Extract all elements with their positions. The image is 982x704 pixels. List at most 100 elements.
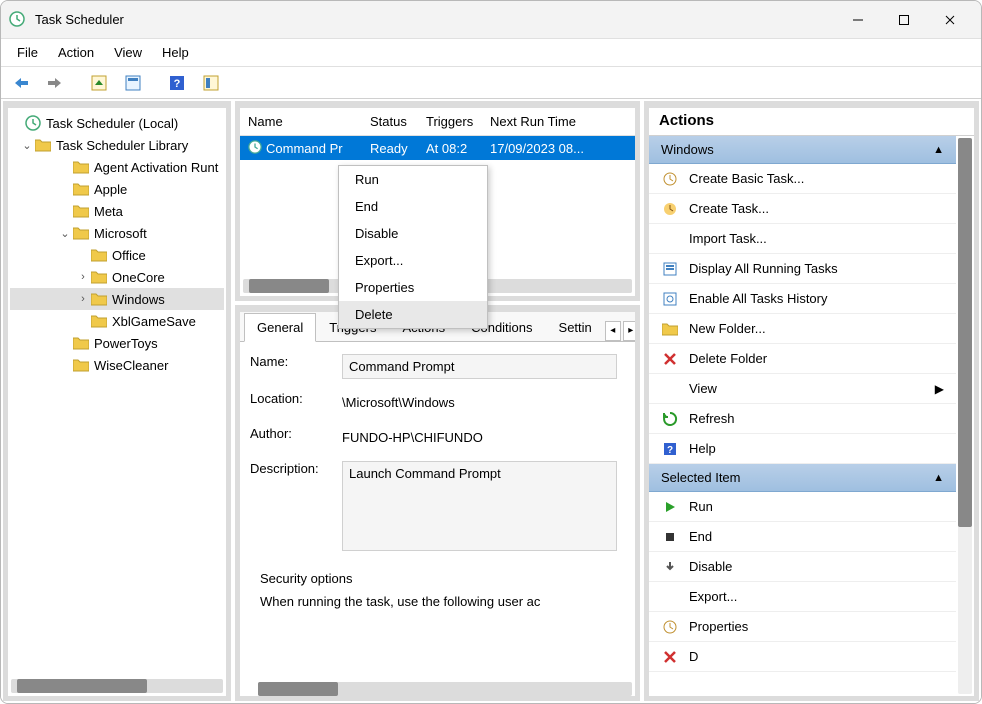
tree-item[interactable]: Meta [10,200,224,222]
action-item[interactable]: Create Task... [649,194,956,224]
menu-action[interactable]: Action [48,41,104,64]
action-group-head[interactable]: Windows▲ [649,136,956,164]
menu-file[interactable]: File [7,41,48,64]
tree-item[interactable]: XblGameSave [10,310,224,332]
context-properties[interactable]: Properties [339,274,487,301]
up-button[interactable] [85,71,113,95]
action-label: Create Task... [689,201,769,216]
col-next[interactable]: Next Run Time [482,114,635,129]
forward-button[interactable] [41,71,69,95]
action-item[interactable]: Export... [649,582,956,612]
tree-item[interactable]: ›OneCore [10,266,224,288]
folder-icon [90,291,108,307]
action-item[interactable]: ?Help [649,434,956,464]
action-item[interactable]: End [649,522,956,552]
tree-item[interactable]: ›Windows [10,288,224,310]
actions-pane-button[interactable] [197,71,225,95]
context-disable[interactable]: Disable [339,220,487,247]
name-field[interactable]: Command Prompt [342,354,617,379]
toolbar: ? [1,67,981,99]
tree-item[interactable]: ⌄Microsoft [10,222,224,244]
action-label: Display All Running Tasks [689,261,838,276]
folder-icon [34,137,52,153]
tree-item[interactable]: WiseCleaner [10,354,224,376]
action-icon [661,380,679,398]
description-field[interactable]: Launch Command Prompt [342,461,617,551]
actions-title: Actions [649,108,974,136]
details-scrollbar[interactable] [258,682,632,696]
close-button[interactable] [927,2,973,38]
action-label: Enable All Tasks History [689,291,828,306]
titlebar: Task Scheduler [1,1,981,39]
help-button[interactable]: ? [163,71,191,95]
context-run[interactable]: Run [339,166,487,193]
action-icon: ? [661,440,679,458]
actions-scrollbar[interactable] [958,138,972,694]
task-list-header: Name Status Triggers Next Run Time [240,108,635,136]
folder-icon [90,313,108,329]
action-item[interactable]: D [649,642,956,672]
actions-pane: Actions Windows▲Create Basic Task... Crea… [644,101,979,701]
tree-label: Office [112,248,146,263]
name-label: Name: [250,354,342,369]
action-icon [661,528,679,546]
context-delete[interactable]: Delete [339,301,487,328]
description-label: Description: [250,461,342,476]
action-item[interactable]: Create Basic Task... [649,164,956,194]
context-end[interactable]: End [339,193,487,220]
properties-button[interactable] [119,71,147,95]
tab-scroll-right[interactable]: ▸ [623,321,639,341]
action-icon [661,410,679,428]
action-item[interactable]: Import Task... [649,224,956,254]
col-name[interactable]: Name [240,114,362,129]
action-icon [661,350,679,368]
menu-view[interactable]: View [104,41,152,64]
author-label: Author: [250,426,342,441]
action-item[interactable]: Run [649,492,956,522]
action-label: End [689,529,712,544]
action-group-head[interactable]: Selected Item▲ [649,464,956,492]
action-item[interactable]: Display All Running Tasks [649,254,956,284]
tab-settings[interactable]: Settin [546,313,605,342]
task-triggers: At 08:2 [418,141,482,156]
security-options-head: Security options [260,571,615,586]
tab-general[interactable]: General [244,313,316,342]
navigation-tree[interactable]: Task Scheduler (Local) ⌄ Task Scheduler … [8,108,226,676]
location-value: \Microsoft\Windows [342,391,625,414]
action-item[interactable]: Properties [649,612,956,642]
tab-scroll-left[interactable]: ◂ [605,321,621,341]
action-label: New Folder... [689,321,766,336]
action-label: Run [689,499,713,514]
context-export[interactable]: Export... [339,247,487,274]
col-status[interactable]: Status [362,114,418,129]
tree-label: OneCore [112,270,165,285]
action-item[interactable]: View▶ [649,374,956,404]
tree-item[interactable]: PowerToys [10,332,224,354]
maximize-button[interactable] [881,2,927,38]
tree-item[interactable]: Office [10,244,224,266]
action-item[interactable]: New Folder... [649,314,956,344]
action-item[interactable]: Delete Folder [649,344,956,374]
col-triggers[interactable]: Triggers [418,114,482,129]
tree-item[interactable]: Agent Activation Runt [10,156,224,178]
security-options-text: When running the task, use the following… [260,594,615,609]
action-item[interactable]: Refresh [649,404,956,434]
back-button[interactable] [7,71,35,95]
action-label: View [689,381,717,396]
general-form: Name: Command Prompt Location: \Microsof… [240,342,635,679]
action-item[interactable]: Disable [649,552,956,582]
task-scheduler-window: Task Scheduler File Action View Help ? T… [0,0,982,704]
tree-root[interactable]: Task Scheduler (Local) [10,112,224,134]
location-label: Location: [250,391,342,406]
tree-scrollbar[interactable] [11,679,223,693]
tree-library[interactable]: ⌄ Task Scheduler Library [10,134,224,156]
tree-item[interactable]: Apple [10,178,224,200]
action-icon [661,498,679,516]
task-row[interactable]: Command Pr Ready At 08:2 17/09/2023 08..… [240,136,635,160]
action-item[interactable]: Enable All Tasks History [649,284,956,314]
svg-text:?: ? [667,445,673,456]
task-next: 17/09/2023 08... [482,141,635,156]
menu-help[interactable]: Help [152,41,199,64]
minimize-button[interactable] [835,2,881,38]
action-icon [661,290,679,308]
